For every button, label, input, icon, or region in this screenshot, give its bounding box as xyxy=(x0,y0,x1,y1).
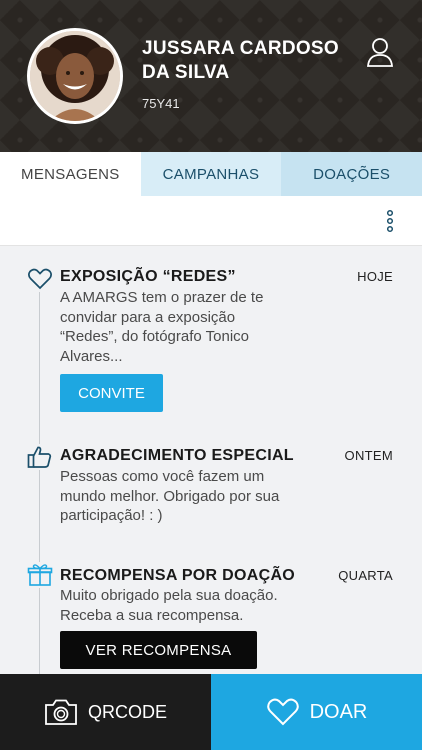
convite-button[interactable]: CONVITE xyxy=(60,374,163,412)
user-name: JUSSARA CARDOSO DA SILVA xyxy=(142,38,339,83)
message-title: RECOMPENSA POR DOAÇÃO xyxy=(60,567,296,584)
more-options-button[interactable] xyxy=(380,208,400,234)
qrcode-button[interactable]: QRCODE xyxy=(0,674,211,750)
message-date: QUARTA xyxy=(338,568,393,583)
donate-button[interactable]: DOAR xyxy=(211,674,422,750)
heart-icon xyxy=(27,266,53,292)
tab-mensagens[interactable]: MENSAGENS xyxy=(0,152,141,196)
gift-icon xyxy=(27,562,53,588)
more-vertical-icon xyxy=(386,209,394,233)
bottom-action-bar: QRCODE DOAR xyxy=(0,674,422,750)
message-date: ONTEM xyxy=(344,448,393,463)
ver-recompensa-button[interactable]: VER RECOMPENSA xyxy=(60,631,257,669)
profile-button[interactable] xyxy=(366,36,394,68)
timeline-line xyxy=(39,284,40,674)
message-body: Muito obrigado pela sua doação. Receba a… xyxy=(60,587,278,624)
tab-doacoes[interactable]: DOAÇÕES xyxy=(281,152,422,196)
user-icon xyxy=(367,38,393,67)
message-body: A AMARGS tem o prazer de te convidar par… xyxy=(60,289,264,365)
thumbs-up-icon xyxy=(27,444,53,470)
avatar[interactable] xyxy=(27,28,123,124)
feed-toolbar xyxy=(0,196,422,246)
profile-header: JUSSARA CARDOSO DA SILVA 75Y41 xyxy=(0,0,422,152)
message-title: EXPOSIÇÃO “REDES” xyxy=(60,268,236,285)
tab-bar: MENSAGENS CAMPANHAS DOAÇÕES xyxy=(0,152,422,196)
donate-label: DOAR xyxy=(309,700,368,723)
user-code: 75Y41 xyxy=(142,96,180,111)
avatar-photo xyxy=(30,31,120,121)
message-title: AGRADECIMENTO ESPECIAL xyxy=(60,447,294,464)
message-date: HOJE xyxy=(357,269,393,284)
tab-campanhas[interactable]: CAMPANHAS xyxy=(140,152,282,196)
message-body: Pessoas como você fazem um mundo melhor.… xyxy=(60,468,280,524)
message-feed[interactable]: EXPOSIÇÃO “REDES” HOJE A AMARGS tem o pr… xyxy=(0,246,422,674)
heart-icon xyxy=(266,698,299,726)
camera-icon xyxy=(45,699,77,725)
qrcode-label: QRCODE xyxy=(87,701,167,722)
